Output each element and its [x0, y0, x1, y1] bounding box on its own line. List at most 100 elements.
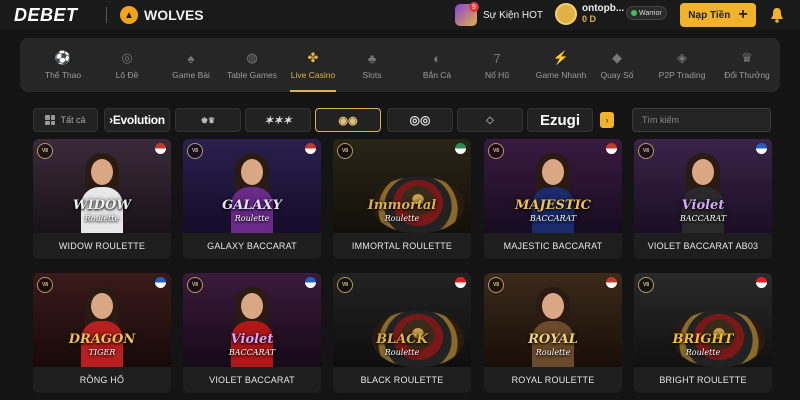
rank-badge: Warrior — [626, 6, 667, 20]
art-subtitle: BACCARAT — [228, 348, 276, 357]
event-label: Sự Kiện HOT — [483, 9, 544, 21]
game-title-art: Immortal Roulette — [333, 199, 471, 225]
grid-icon — [45, 115, 56, 125]
provider-evolution[interactable]: ›Evolution — [104, 108, 170, 132]
tab-label: Bắn Cá — [422, 70, 452, 80]
provider-badge-icon: V8 — [337, 143, 353, 159]
tab-label: Quay Số — [600, 70, 634, 80]
partner-name: WOLVES — [144, 7, 204, 23]
tab-p2p[interactable]: ◈ P2P Trading — [652, 38, 712, 92]
game-name: ROYAL ROULETTE — [511, 375, 595, 385]
flag-icon — [455, 277, 466, 288]
game-thumbnail: MAJESTIC BACCARAT V8 — [484, 139, 622, 233]
logo-text: DEBET — [14, 5, 78, 25]
provider-badge-icon: V8 — [638, 277, 654, 293]
site-logo[interactable]: DEBET — [14, 5, 78, 26]
provider-v8[interactable]: ◉◉ — [315, 108, 381, 132]
game-card[interactable]: Violet BACCARAT V8 VIOLET BACCARAT AB03 — [634, 139, 772, 259]
game-thumbnail: WIDOW Roulette V8 — [33, 139, 171, 233]
chevron-right-icon[interactable]: › — [600, 112, 614, 128]
game-name: IMMORTAL ROULETTE — [351, 241, 453, 251]
game-card[interactable]: BLACK Roulette V8 BLACK ROULETTE — [333, 273, 471, 393]
art-subtitle: TIGER — [88, 348, 116, 357]
provider-3-icon: ♚♛ — [200, 115, 216, 125]
game-thumbnail: Immortal Roulette V8 — [333, 139, 471, 234]
game-card[interactable]: Immortal Roulette V8 IMMORTAL ROULETTE — [333, 139, 471, 259]
provider-dream-gaming[interactable]: ◇ — [457, 108, 523, 132]
table-games-icon: ◍ — [246, 50, 258, 65]
tab-lightning[interactable]: ⚡ Game Nhanh — [532, 38, 590, 92]
provider-ezugi-label: Ezugi — [540, 111, 580, 129]
tab-reward[interactable]: ♛ Đổi Thưởng — [720, 38, 774, 92]
game-card[interactable]: WIDOW Roulette V8 WIDOW ROULETTE — [33, 139, 171, 259]
tab-label: Lô Đề — [115, 70, 139, 80]
reward-icon: ♛ — [741, 50, 753, 65]
tab-ticket[interactable]: ◆ Quay Số — [592, 38, 642, 92]
game-card[interactable]: ROYAL Roulette V8 ROYAL ROULETTE — [484, 273, 622, 393]
game-title-art: Violet BACCARAT — [634, 199, 772, 225]
flag-icon — [606, 143, 617, 154]
tab-cherry[interactable]: ♣ Slots — [352, 38, 392, 92]
search-input[interactable] — [632, 108, 771, 132]
tab-cards[interactable]: ♠ Game Bài — [162, 38, 220, 92]
balance: 0 D — [582, 14, 597, 24]
game-title-art: GALAXY Roulette — [183, 199, 321, 225]
game-title-art: Violet BACCARAT — [183, 333, 321, 359]
provider-badge-icon: V8 — [37, 277, 53, 293]
app-root: { "header": { "logo_main": "DEBET", "par… — [0, 0, 800, 400]
game-card[interactable]: BRIGHT Roulette V8 BRIGHT ROULETTE — [634, 273, 772, 393]
game-title-art: DRAGON TIGER — [33, 333, 171, 359]
tab-soccer-ball[interactable]: ⚽ Thể Thao — [33, 38, 93, 92]
plus-icon: + — [738, 6, 748, 23]
provider-badge-icon: V8 — [37, 143, 53, 159]
bell-icon[interactable] — [770, 7, 784, 23]
provider-logo-3[interactable]: ♚♛ — [175, 108, 241, 132]
provider-badge-icon: V8 — [187, 143, 203, 159]
game-card[interactable]: MAJESTIC BACCARAT V8 MAJESTIC BACCARAT — [484, 139, 622, 259]
deposit-button[interactable]: Nạp Tiền + — [680, 3, 756, 27]
game-card[interactable]: Violet BACCARAT V8 VIOLET BACCARAT — [183, 273, 321, 393]
game-name: RỒNG HỔ — [79, 375, 125, 385]
provider-ezugi[interactable]: Ezugi — [527, 108, 593, 132]
gift-icon: 9 — [455, 2, 479, 26]
category-nav: ⚽ Thể Thao ◎ Lô Đề ♠ Game Bài ◍ Table Games ✤ Liv… — [20, 38, 780, 92]
flag-icon — [305, 143, 316, 154]
p2p-icon: ◈ — [677, 50, 687, 65]
art-subtitle: Roulette — [84, 214, 120, 223]
provider-badge-icon: V8 — [488, 277, 504, 293]
tab-label: Slots — [362, 70, 382, 80]
tab-table-games[interactable]: ◍ Table Games — [222, 38, 282, 92]
provider-v8-icon: ◉◉ — [338, 114, 358, 127]
lightning-icon: ⚡ — [552, 50, 570, 65]
wolf-icon: ▲ — [120, 6, 138, 24]
tab-lottery-balls[interactable]: ◎ Lô Đề — [102, 38, 152, 92]
game-card[interactable]: DRAGON TIGER V8 RỒNG HỔ — [33, 273, 171, 393]
provider-evolution-label: ›Evolution — [109, 113, 165, 127]
art-title: ROYAL — [528, 332, 578, 347]
art-subtitle: Roulette — [685, 348, 721, 357]
art-title: Violet — [681, 198, 725, 213]
provider-badge-icon: V8 — [638, 143, 654, 159]
game-title-art: BLACK Roulette — [333, 333, 471, 359]
art-title: Violet — [230, 332, 274, 347]
hot-event-button[interactable]: 9 Sự Kiện HOT — [455, 2, 544, 26]
flag-icon — [155, 277, 166, 288]
tab-fish[interactable]: ◐ Bắn Cá — [412, 38, 462, 92]
tab-label: Nổ Hũ — [484, 70, 510, 80]
rank-label: Warrior — [639, 9, 662, 17]
game-card[interactable]: GALAXY Roulette V8 GALAXY BACCARAT — [183, 139, 321, 259]
provider-b52-icon: ✶✶✶ — [264, 114, 292, 127]
game-name: GALAXY BACCARAT — [207, 241, 297, 251]
provider-all[interactable]: Tất cả — [33, 108, 98, 132]
tab-label: Đổi Thưởng — [724, 70, 770, 80]
art-title: MAJESTIC — [514, 198, 592, 213]
provider-b52[interactable]: ✶✶✶ — [245, 108, 311, 132]
tab-seven[interactable]: 7 Nổ Hũ — [472, 38, 522, 92]
art-subtitle: Roulette — [234, 214, 270, 223]
tab-label: Table Games — [226, 70, 278, 80]
user-profile[interactable]: ontopb... 0 D — [555, 3, 624, 25]
game-thumbnail: Violet BACCARAT V8 — [183, 273, 321, 367]
tab-casino-chip[interactable]: ✤ Live Casino — [282, 38, 344, 92]
provider-go88[interactable]: ◎◎ — [387, 108, 453, 132]
provider-all-label: Tất cả — [60, 115, 86, 125]
